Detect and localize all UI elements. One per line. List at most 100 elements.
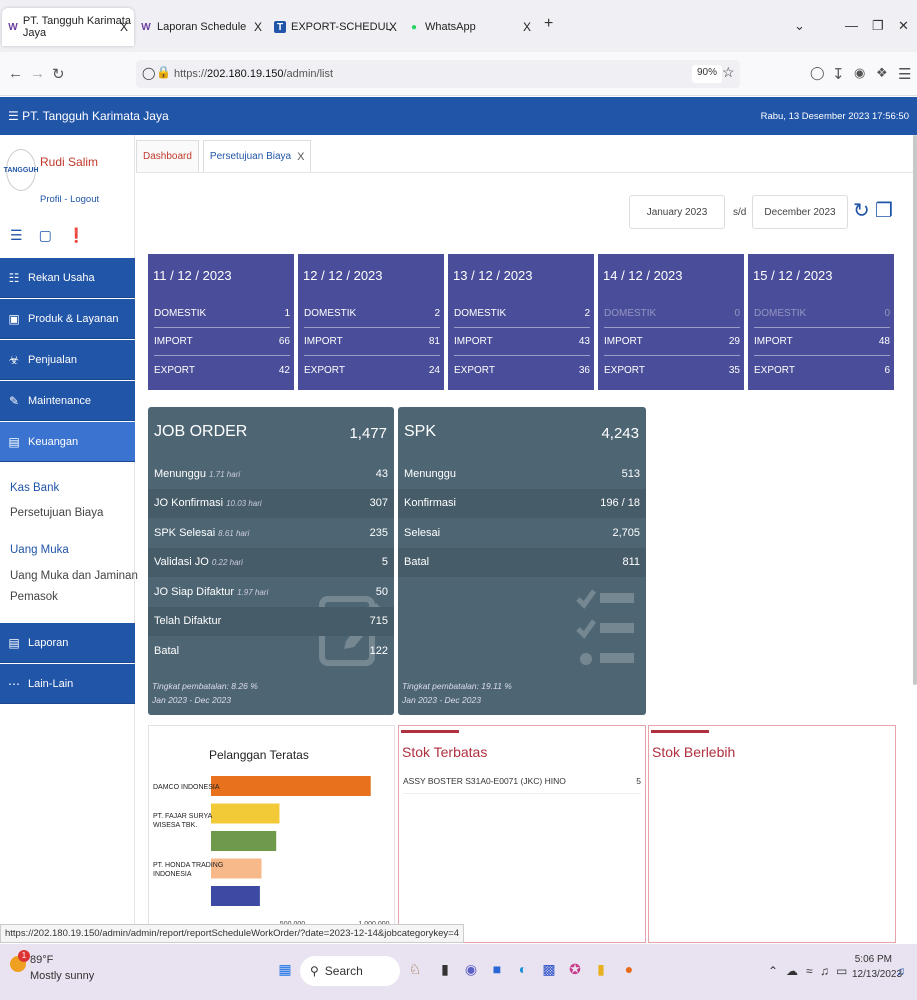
day-card-date: 11 / 12 / 2023 (153, 268, 232, 283)
browser-tab-laporan[interactable]: W Laporan Schedule X (140, 8, 262, 46)
app-icon[interactable]: ✪ (564, 958, 586, 980)
wifi-icon[interactable]: ≈ (806, 964, 813, 978)
monitor-icon[interactable]: ▢ (39, 227, 52, 244)
hamburger-icon[interactable]: ☰ (8, 109, 19, 123)
date-from-input[interactable]: January 2023 (629, 195, 725, 229)
profile-logout-links[interactable]: Profil - Logout (40, 194, 99, 205)
sidebar-item-rekan-usaha[interactable]: ☷ Rekan Usaha (0, 258, 135, 298)
tray-chevron-icon[interactable]: ⌃ (768, 964, 778, 978)
day-card[interactable]: 14 / 12 / 2023 DOMESTIK 0 IMPORT 29 EXPORT 35 (598, 254, 744, 390)
sidebar-item-penjualan[interactable]: ☣ Penjualan (0, 340, 135, 380)
download-icon[interactable]: ↧ (832, 65, 845, 83)
stock-item-name: ASSY BOSTER S31A0-E0071 (JKC) HINO (403, 776, 566, 786)
browser-tab-export[interactable]: T EXPORT-SCHEDULE TOMORRO X (274, 8, 397, 46)
submenu-uang-muka[interactable]: Uang Muka (10, 544, 69, 556)
volume-icon[interactable]: ♫ (820, 964, 829, 978)
day-card[interactable]: 13 / 12 / 2023 DOMESTIK 2 IMPORT 43 EXPORT 36 (448, 254, 594, 390)
job-order-panel[interactable]: JOB ORDER 1,477 Menunggu 1.71 hari 43 JO Ko… (148, 407, 394, 715)
spk-row[interactable]: Batal 811 (398, 547, 646, 577)
close-tab-icon[interactable]: X (389, 20, 397, 34)
list-icon[interactable]: ☰ (10, 227, 23, 244)
battery-icon[interactable]: ▭ (836, 964, 847, 978)
lock-icon[interactable]: 🔒 (156, 65, 171, 79)
page-scrollbar[interactable] (913, 135, 917, 685)
new-tab-button[interactable]: + (544, 15, 553, 33)
browser-tab-whatsapp[interactable]: ● WhatsApp X (408, 8, 531, 46)
cloud-icon[interactable]: ☁ (786, 964, 798, 978)
widget-icon[interactable]: ♘ (404, 958, 426, 980)
extensions-icon[interactable]: ❖ (876, 65, 888, 81)
job-order-row[interactable]: JO Siap Difaktur 1.97 hari 50 (148, 577, 394, 606)
teams-icon[interactable]: ■ (486, 958, 508, 980)
day-card-row: DOMESTIK 1 (154, 300, 290, 328)
job-order-row[interactable]: SPK Selesai 8.61 hari 235 (148, 518, 394, 547)
close-tab-icon[interactable]: X (120, 20, 128, 34)
tab-dashboard[interactable]: Dashboard (136, 140, 199, 172)
forward-icon[interactable]: → (30, 65, 45, 82)
info-icon[interactable]: ❗ (68, 227, 85, 244)
close-tab-icon[interactable]: X (254, 20, 262, 34)
job-order-title: JOB ORDER (154, 423, 248, 440)
zoom-level-badge[interactable]: 90% (692, 65, 723, 83)
close-tab-icon[interactable]: X (297, 151, 304, 163)
app-brand[interactable]: ☰ PT. Tangguh Karimata Jaya (8, 109, 169, 123)
bookmark-star-icon[interactable]: ☆ (722, 64, 735, 81)
store-icon[interactable]: ▩ (538, 958, 560, 980)
chart-bar[interactable] (211, 803, 280, 824)
chart-bar[interactable] (211, 886, 260, 906)
file-explorer-icon[interactable]: ▮ (590, 958, 612, 980)
submenu-persetujuan-biaya[interactable]: Persetujuan Biaya (10, 507, 103, 519)
browser-tab-tangguh[interactable]: W PT. Tangguh Karimata Jaya X (2, 8, 134, 46)
minimize-icon[interactable]: — (845, 18, 858, 33)
tab-persetujuan-biaya[interactable]: Persetujuan Biaya X (202, 140, 312, 172)
job-order-row[interactable]: JO Konfirmasi 10.03 hari 307 (148, 488, 394, 518)
firefox-icon[interactable]: ● (618, 958, 640, 980)
date-to-input[interactable]: December 2023 (752, 195, 848, 229)
list-item[interactable]: ASSY BOSTER S31A0-E0071 (JKC) HINO 5 (403, 776, 641, 794)
submenu-uang-muka-jaminan-line2[interactable]: Pemasok (10, 591, 58, 603)
back-icon[interactable]: ← (8, 65, 23, 82)
close-tab-icon[interactable]: X (523, 20, 531, 34)
spk-row[interactable]: Selesai 2,705 (398, 518, 646, 547)
submenu-kas-bank[interactable]: Kas Bank (10, 482, 59, 494)
chart-bar[interactable] (211, 831, 277, 851)
row-value: 122 (369, 644, 388, 657)
day-card[interactable]: 12 / 12 / 2023 DOMESTIK 2 IMPORT 81 EXPORT 24 (298, 254, 444, 390)
chat-icon[interactable]: ◉ (460, 958, 482, 980)
spk-row[interactable]: Konfirmasi 196 / 18 (398, 488, 646, 518)
taskbar-clock[interactable]: 5:06 PM 12/13/2023 (852, 952, 902, 982)
windows-start-icon[interactable]: ▦ (274, 958, 296, 980)
chart-bar[interactable] (211, 776, 371, 796)
job-order-row[interactable]: Telah Difaktur 715 (148, 606, 394, 636)
restore-icon[interactable]: ❐ (872, 18, 884, 34)
copy-icon[interactable]: ❐ (875, 198, 893, 223)
task-view-icon[interactable]: ▮ (434, 958, 456, 980)
account-icon[interactable]: ◉ (854, 65, 865, 81)
browser-nav-bar: ← → ↻ ◯ 🔒 https://202.180.19.150/admin/l… (0, 52, 917, 96)
taskbar-search[interactable]: ⚲ Search (300, 956, 400, 986)
day-card[interactable]: 11 / 12 / 2023 DOMESTIK 1 IMPORT 66 EXPORT 42 (148, 254, 294, 390)
sidebar-item-produk-layanan[interactable]: ▣ Produk & Layanan (0, 299, 135, 339)
spk-row[interactable]: Menunggu 513 (398, 459, 646, 488)
job-order-row[interactable]: Batal 122 (148, 636, 394, 665)
sidebar-item-keuangan[interactable]: ▤ Keuangan (0, 422, 135, 462)
tab-list-chevron-icon[interactable]: ⌄ (794, 18, 805, 34)
spk-panel[interactable]: SPK 4,243 Menunggu 513 Konfirmasi 196 / 18 S… (398, 407, 646, 715)
reload-icon[interactable]: ↻ (52, 65, 65, 83)
notification-bell-icon[interactable]: ♫ (896, 964, 905, 978)
sidebar-item-lain-lain[interactable]: ⋯ Lain-Lain (0, 664, 135, 704)
refresh-icon[interactable]: ↻ (853, 198, 870, 223)
menu-icon[interactable]: ☰ (898, 65, 911, 83)
pocket-icon[interactable]: ◯ (810, 65, 825, 81)
sidebar-item-maintenance[interactable]: ✎ Maintenance (0, 381, 135, 421)
url-bar[interactable]: ◯ 🔒 https://202.180.19.150/admin/list 90… (136, 60, 740, 88)
close-window-icon[interactable]: ✕ (898, 18, 909, 34)
excess-stock-title: Stok Berlebih (652, 744, 736, 760)
edge-icon[interactable]: ◐ (512, 958, 534, 980)
row-label: Batal (154, 644, 180, 657)
day-card[interactable]: 15 / 12 / 2023 DOMESTIK 0 IMPORT 48 EXPORT 6 (748, 254, 894, 390)
sidebar-item-laporan[interactable]: ▤ Laporan (0, 623, 135, 663)
job-order-row[interactable]: Menunggu 1.71 hari 43 (148, 459, 394, 488)
job-order-row[interactable]: Validasi JO 0.22 hari 5 (148, 547, 394, 577)
submenu-uang-muka-jaminan[interactable]: Uang Muka dan Jaminan (10, 570, 138, 582)
